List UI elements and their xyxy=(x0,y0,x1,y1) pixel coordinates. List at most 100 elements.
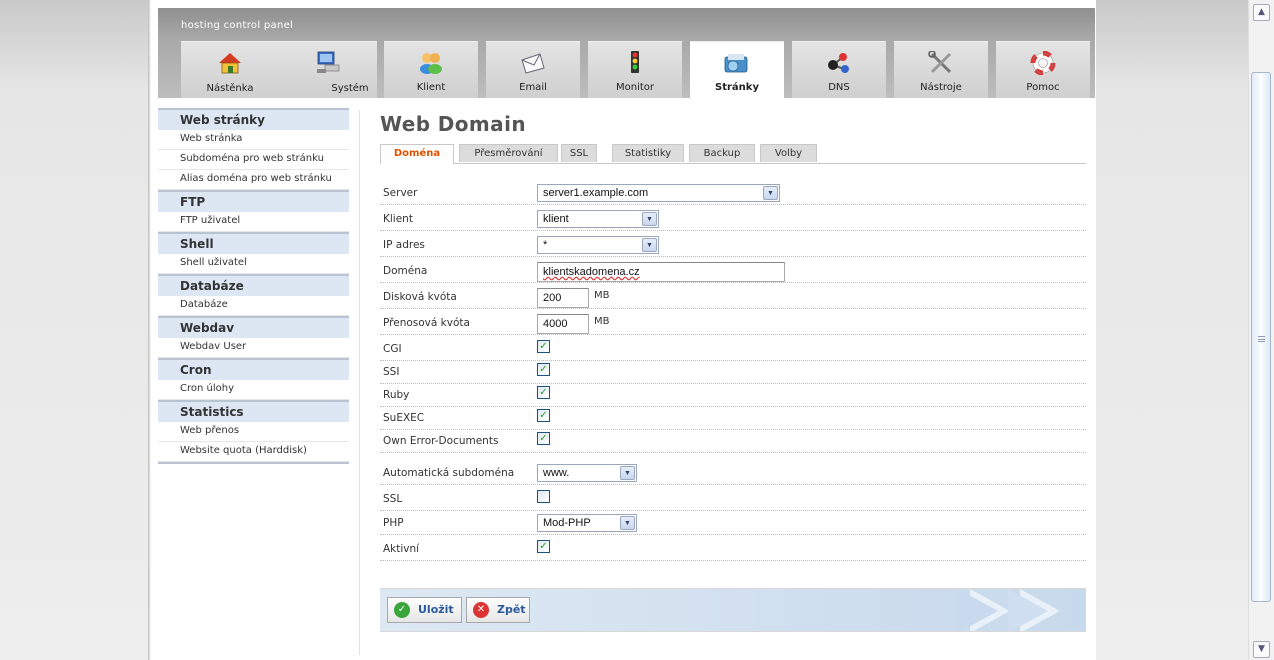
form-row-error-documents: Own Error-Documents ✓ xyxy=(380,430,1086,453)
form-row-auto-subdomain: Automatická subdoména www. ▼ xyxy=(380,462,1086,485)
form-row-domena: Doména klientskadomena.cz xyxy=(380,260,1086,283)
scroll-up-button[interactable]: ▲ xyxy=(1253,4,1270,21)
domena-input[interactable]: klientskadomena.cz xyxy=(537,262,785,282)
tab-pomoc[interactable]: Pomoc xyxy=(996,41,1090,98)
tab-stranky[interactable]: Stránky xyxy=(690,41,784,98)
form-row-php: PHP Mod-PHP ▼ xyxy=(380,512,1086,535)
app-header: hosting control panel Nástěnka Systém Kl… xyxy=(158,8,1095,98)
cgi-checkbox[interactable]: ✓ xyxy=(537,340,550,353)
domena-value: klientskadomena.cz xyxy=(543,266,640,278)
save-button[interactable]: ✓ Uložit xyxy=(387,597,462,623)
decorative-chevron-inner xyxy=(958,589,998,631)
disk-quota-unit: MB xyxy=(594,290,610,301)
form-row-server: Server server1.example.com ▼ xyxy=(380,182,1086,205)
auto-subdomain-select[interactable]: www. ▼ xyxy=(537,464,637,482)
ip-value: * xyxy=(543,239,548,251)
traffic-quota-unit: MB xyxy=(594,316,610,327)
subtab-volby[interactable]: Volby xyxy=(760,144,817,162)
chevron-down-icon: ▼ xyxy=(642,212,657,226)
tab-label-dns: DNS xyxy=(828,82,850,93)
sidebar-heading-webdav: Webdav xyxy=(158,316,349,338)
sidebar-heading-statistics: Statistics xyxy=(158,400,349,422)
tab-system[interactable]: Systém xyxy=(279,42,377,99)
subtab-backup[interactable]: Backup xyxy=(689,144,755,162)
tab-monitor[interactable]: Monitor xyxy=(588,41,682,98)
button-bar: ✓ Uložit ✕ Zpět xyxy=(380,588,1086,632)
form-row-ip: IP adres * ▼ xyxy=(380,234,1086,257)
sidebar-item-subdomena[interactable]: Subdoména pro web stránku xyxy=(158,150,349,170)
sidebar-item-alias-domena[interactable]: Alias doména pro web stránku xyxy=(158,170,349,190)
form-row-suexec: SuEXEC ✓ xyxy=(380,407,1086,430)
page-background-right xyxy=(1096,0,1248,660)
save-button-label: Uložit xyxy=(418,603,454,616)
subtab-domena[interactable]: Doména xyxy=(380,144,454,164)
sidebar-item-web-stranka[interactable]: Web stránka xyxy=(158,130,349,150)
error-documents-label: Own Error-Documents xyxy=(383,435,499,447)
sidebar-divider xyxy=(158,462,349,465)
scroll-thumb[interactable] xyxy=(1251,72,1271,602)
suexec-checkbox[interactable]: ✓ xyxy=(537,409,550,422)
sidebar-item-ftp-user[interactable]: FTP uživatel xyxy=(158,212,349,232)
page-container: hosting control panel Nástěnka Systém Kl… xyxy=(151,0,1096,660)
sidebar-item-web-prenos[interactable]: Web přenos xyxy=(158,422,349,442)
traffic-quota-label: Přenosová kvóta xyxy=(383,317,470,329)
computer-icon xyxy=(317,51,340,73)
tab-label-pomoc: Pomoc xyxy=(1026,82,1060,93)
tools-icon xyxy=(928,51,952,74)
form-row-cgi: CGI ✓ xyxy=(380,338,1086,361)
active-label: Aktivní xyxy=(383,543,420,555)
sidebar-item-webdav-user[interactable]: Webdav User xyxy=(158,338,349,358)
tab-dns[interactable]: DNS xyxy=(792,41,886,98)
tab-nastroje[interactable]: Nástroje xyxy=(894,41,988,98)
auto-subdomain-label: Automatická subdoména xyxy=(383,467,515,479)
tab-klient[interactable]: Klient xyxy=(384,41,478,98)
subtab-statistiky[interactable]: Statistiky xyxy=(612,144,684,162)
page-background-left xyxy=(0,0,151,660)
server-value: server1.example.com xyxy=(543,187,649,199)
disk-quota-label: Disková kvóta xyxy=(383,291,457,303)
subtab-ssl[interactable]: SSL xyxy=(561,144,597,162)
error-documents-checkbox[interactable]: ✓ xyxy=(537,432,550,445)
vertical-scrollbar[interactable]: ▲ ▼ xyxy=(1248,0,1274,660)
tab-email[interactable]: Email xyxy=(486,41,580,98)
klient-select[interactable]: klient ▼ xyxy=(537,210,659,228)
subtab-presmerovani[interactable]: Přesměrování xyxy=(459,144,558,162)
sidebar-item-shell-user[interactable]: Shell uživatel xyxy=(158,254,349,274)
header-tagline: hosting control panel xyxy=(181,20,294,31)
sidebar-item-cron[interactable]: Cron úlohy xyxy=(158,380,349,400)
form-row-disk-quota: Disková kvóta 200 MB xyxy=(380,286,1086,309)
klient-value: klient xyxy=(543,213,569,225)
sidebar-item-databaze[interactable]: Databáze xyxy=(158,296,349,316)
active-checkbox[interactable]: ✓ xyxy=(537,540,550,553)
ip-select[interactable]: * ▼ xyxy=(537,236,659,254)
column-divider xyxy=(359,110,360,655)
cancel-icon: ✕ xyxy=(473,602,489,618)
disk-quota-input[interactable]: 200 xyxy=(537,288,589,308)
php-select[interactable]: Mod-PHP ▼ xyxy=(537,514,637,532)
auto-subdomain-value: www. xyxy=(543,467,570,479)
server-select[interactable]: server1.example.com ▼ xyxy=(537,184,780,202)
sidebar-heading-databaze: Databáze xyxy=(158,274,349,296)
ruby-checkbox[interactable]: ✓ xyxy=(537,386,550,399)
tab-nastenka[interactable]: Nástěnka xyxy=(181,42,279,99)
tab-label-system: Systém xyxy=(331,83,369,94)
traffic-quota-input[interactable]: 4000 xyxy=(537,314,589,334)
form-row-traffic-quota: Přenosová kvóta 4000 MB xyxy=(380,312,1086,335)
dns-molecule-icon xyxy=(828,53,849,73)
scroll-down-button[interactable]: ▼ xyxy=(1253,641,1270,658)
page-title: Web Domain xyxy=(380,112,526,136)
ruby-label: Ruby xyxy=(383,389,410,401)
sidebar-heading-ftp: FTP xyxy=(158,190,349,212)
back-button-label: Zpět xyxy=(497,603,526,616)
ssi-checkbox[interactable]: ✓ xyxy=(537,363,550,376)
chevron-down-icon: ▼ xyxy=(620,516,635,530)
sidebar-item-website-quota[interactable]: Website quota (Harddisk) xyxy=(158,442,349,462)
ssl-checkbox[interactable] xyxy=(537,490,550,503)
chevron-down-icon: ▼ xyxy=(763,186,778,200)
form-row-ssl: SSL xyxy=(380,488,1086,511)
back-button[interactable]: ✕ Zpět xyxy=(466,597,530,623)
envelope-icon xyxy=(521,53,545,74)
ssi-label: SSI xyxy=(383,366,400,378)
check-icon: ✓ xyxy=(394,602,410,618)
sub-tabs: Doména Přesměrování SSL Statistiky Backu… xyxy=(380,144,1086,164)
